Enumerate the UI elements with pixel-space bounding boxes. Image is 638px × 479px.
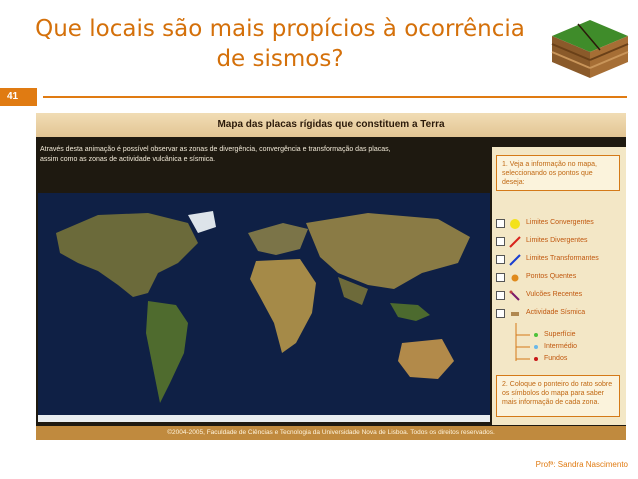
checkbox[interactable]: [496, 309, 505, 318]
app-body: Através desta animação é possível observ…: [36, 137, 626, 426]
step2-instruction: 2. Coloque o ponteiro do rato sobre os s…: [496, 375, 620, 417]
legend-divergent[interactable]: Limites Divergentes: [496, 235, 624, 249]
legend-panel: 1. Veja a informação no mapa, selecciona…: [492, 147, 626, 425]
blue-dot-icon: [534, 345, 538, 349]
depth-deep[interactable]: Fundos: [520, 354, 620, 365]
depth-surface[interactable]: Superfície: [520, 330, 620, 341]
geology-block-icon: [551, 20, 629, 78]
app-footer: ©2004-2005, Faculdade de Ciências e Tecn…: [36, 426, 626, 440]
header-rule: [43, 96, 627, 98]
legend-label: Actividade Sísmica: [526, 309, 586, 316]
author-credit: Profª: Sandra Nascimento: [535, 460, 628, 469]
divergent-line-icon: [509, 236, 521, 248]
hotspot-dot-icon: [511, 274, 519, 282]
depth-intermediate[interactable]: Intermédio: [520, 342, 620, 353]
legend-label: Limites Divergentes: [526, 237, 588, 244]
app-header: Mapa das placas rígidas que constituem a…: [36, 113, 626, 137]
convergent-icon: [510, 219, 520, 229]
green-dot-icon: [534, 333, 538, 337]
world-map-image: [38, 193, 490, 422]
legend-label: Pontos Quentes: [526, 273, 577, 280]
slide-title-line2: de sismos?: [216, 46, 344, 72]
intro-text: Através desta animação é possível observ…: [40, 145, 490, 165]
legend-label: Vulcões Recentes: [526, 291, 583, 298]
legend-seismic[interactable]: Actividade Sísmica: [496, 307, 624, 321]
depth-label: Fundos: [544, 355, 568, 362]
intro-line1: Através desta animação é possível observ…: [40, 146, 391, 153]
legend-volcanoes[interactable]: Vulcões Recentes: [496, 289, 624, 303]
checkbox[interactable]: [496, 237, 505, 246]
checkbox[interactable]: [496, 291, 505, 300]
transform-line-icon: [509, 254, 521, 266]
red-dot-icon: [534, 357, 538, 361]
world-map[interactable]: [38, 193, 490, 422]
depth-label: Superfície: [544, 331, 576, 338]
slide-title: Que locais são mais propícios à ocorrênc…: [20, 14, 540, 74]
seismic-icon: [511, 312, 519, 316]
legend-hotspots[interactable]: Pontos Quentes: [496, 271, 624, 285]
legend-transform[interactable]: Limites Transformantes: [496, 253, 624, 267]
checkbox[interactable]: [496, 219, 505, 228]
checkbox[interactable]: [496, 273, 505, 282]
checkbox[interactable]: [496, 255, 505, 264]
plate-map-app: Mapa das placas rígidas que constituem a…: [36, 113, 626, 440]
slide-title-line1: Que locais são mais propícios à ocorrênc…: [35, 16, 525, 42]
intro-line2: assim como as zonas de actividade vulcân…: [40, 156, 216, 163]
legend-convergent[interactable]: Limites Convergentes: [496, 217, 624, 231]
step1-instruction: 1. Veja a informação no mapa, selecciona…: [496, 155, 620, 191]
volcano-icon: [509, 290, 520, 301]
depth-label: Intermédio: [544, 343, 578, 350]
legend-label: Limites Convergentes: [526, 219, 594, 226]
legend-label: Limites Transformantes: [526, 255, 599, 262]
slide-number: 41: [0, 88, 37, 106]
